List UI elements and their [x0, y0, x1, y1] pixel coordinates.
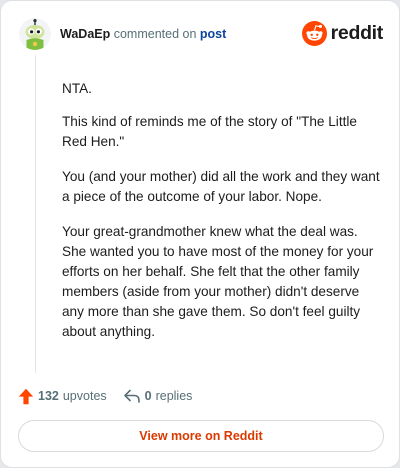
view-more-on-reddit-button[interactable]: View more on Reddit [18, 420, 384, 452]
reddit-wordmark: reddit [330, 21, 384, 44]
comment-paragraph-4: Your great-grandmother knew what the dea… [62, 224, 374, 339]
reddit-brand[interactable]: reddit [301, 20, 384, 46]
upvote-arrow-icon [18, 388, 34, 404]
comment-paragraph-1: NTA. [62, 81, 92, 96]
comment-footer: 132 upvotes 0 replies [18, 386, 192, 406]
username-link[interactable]: WaDaEp [60, 27, 110, 41]
thread-line[interactable] [35, 55, 36, 373]
reply-button[interactable]: 0 replies [123, 388, 193, 404]
reply-arrow-icon [123, 389, 140, 403]
comment-paragraph-2: This kind of reminds me of the story of … [62, 114, 357, 149]
post-link[interactable]: post [200, 27, 226, 41]
upvote-count: 132 [38, 389, 59, 403]
comment-embed-card: WaDaEp commented on post reddit NTA. Thi… [0, 0, 400, 468]
action-text: commented on [113, 27, 197, 41]
comment-meta: WaDaEp commented on post [60, 26, 226, 42]
reply-count: 0 [144, 389, 152, 403]
reply-label: replies [155, 389, 193, 403]
comment-header: WaDaEp commented on post [19, 17, 226, 51]
upvote-button[interactable]: 132 upvotes [18, 388, 107, 405]
user-avatar-icon[interactable] [19, 18, 51, 50]
upvote-label: upvotes [62, 389, 107, 403]
comment-paragraph-3: You (and your mother) did all the work a… [62, 169, 380, 204]
reddit-logo-icon [301, 20, 327, 46]
